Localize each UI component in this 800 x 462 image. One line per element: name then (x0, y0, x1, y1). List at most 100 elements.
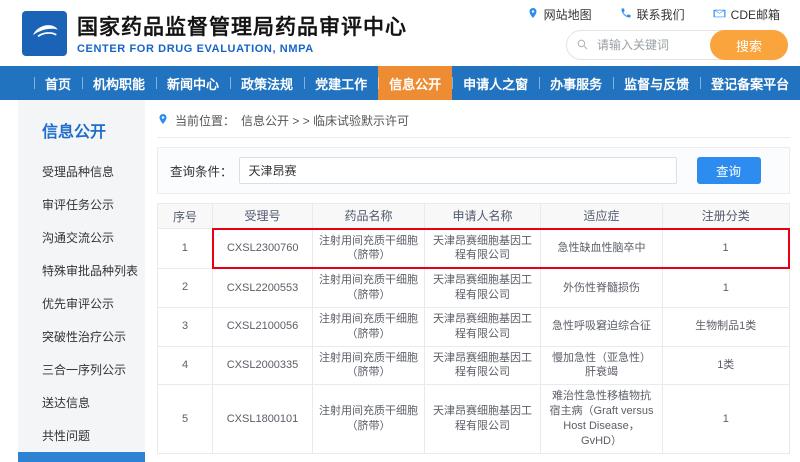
quick-links: 网站地图 联系我们 CDE邮箱 (527, 6, 780, 23)
table-header-cell: 注册分类 (663, 204, 790, 229)
results-table: 序号 受理号 药品名称 申请人名称 适应症 注册分类 (157, 203, 790, 454)
cell-drug-name: 注射用间充质干细胞（脐带） (313, 307, 425, 346)
breadcrumb-path[interactable]: 信息公开 > > 临床试验默示许可 (241, 112, 409, 129)
nav-item-label: 机构职能 (93, 74, 145, 93)
contact-link[interactable]: 联系我们 (620, 6, 685, 23)
cell-applicant: 天津昂赛细胞基因工程有限公司 (425, 307, 541, 346)
breadcrumb: 当前位置： 信息公开 > > 临床试验默示许可 (157, 112, 790, 138)
query-label: 查询条件： (170, 161, 233, 180)
sidebar-item[interactable]: 三合一序列公示 (18, 353, 145, 386)
contact-label: 联系我们 (637, 6, 685, 23)
nav-item[interactable]: 机构职能 (82, 66, 156, 100)
sitemap-link[interactable]: 网站地图 (527, 6, 592, 23)
query-input[interactable] (239, 157, 677, 184)
search-button[interactable]: 搜索 (710, 30, 788, 60)
nav-item[interactable]: 申请人之窗 (452, 66, 539, 100)
sidebar-item[interactable]: 临床试验默示许可 (18, 452, 145, 462)
cde-mail-link[interactable]: CDE邮箱 (713, 6, 780, 23)
sidebar-item-label: 突破性治疗公示 (42, 330, 126, 344)
cell-category: 生物制品1类 (663, 307, 790, 346)
table-row[interactable]: 2 CXSL2200553 注射用间充质干细胞（脐带） 天津昂赛细胞基因工程有限… (158, 268, 790, 307)
cell-drug-name: 注射用间充质干细胞（脐带） (313, 385, 425, 453)
sidebar-title: 信息公开 (18, 114, 145, 155)
table-header-cell: 序号 (158, 204, 213, 229)
cell-drug-name: 注射用间充质干细胞（脐带） (313, 346, 425, 385)
sidebar-item-label: 沟通交流公示 (42, 231, 114, 245)
sidebar-item[interactable]: 送达信息 (18, 386, 145, 419)
nav-item-label: 信息公开 (389, 74, 441, 93)
nav-item-label: 党建工作 (315, 74, 367, 93)
cell-drug-name: 注射用间充质干细胞（脐带） (313, 268, 425, 307)
sidebar-item[interactable]: 审评任务公示 (18, 188, 145, 221)
sidebar-item[interactable]: 突破性治疗公示 (18, 320, 145, 353)
sidebar-menu: 受理品种信息 审评任务公示 沟通交流公示 特殊审批品种列表 优先审评公示 (18, 155, 145, 462)
table-row[interactable]: 4 CXSL2000335 注射用间充质干细胞（脐带） 天津昂赛细胞基因工程有限… (158, 346, 790, 385)
table-row[interactable]: 3 CXSL2100056 注射用间充质干细胞（脐带） 天津昂赛细胞基因工程有限… (158, 307, 790, 346)
cell-no: 1 (158, 229, 213, 269)
cell-applicant: 天津昂赛细胞基因工程有限公司 (425, 229, 541, 269)
search-icon (576, 38, 589, 56)
cell-no: 2 (158, 268, 213, 307)
brand-block: 国家药品监督管理局药品审评中心 CENTER FOR DRUG EVALUATI… (77, 11, 407, 55)
sidebar: 信息公开 受理品种信息 审评任务公示 沟通交流公示 特殊审批品种列表 (18, 100, 145, 462)
cell-acceptance-no: CXSL2100056 (213, 307, 313, 346)
nav-item[interactable]: 首页 (34, 66, 82, 100)
nav-item[interactable]: 信息公开 (378, 66, 452, 100)
cell-acceptance-no: CXSL2300760 (213, 229, 313, 269)
cell-no: 3 (158, 307, 213, 346)
cell-applicant: 天津昂赛细胞基因工程有限公司 (425, 385, 541, 453)
cell-acceptance-no: CXSL2000335 (213, 346, 313, 385)
main-nav: 首页 机构职能 新闻中心 政策法规 党建工作 信息公开 申请人之窗 办事服务 监… (0, 66, 800, 100)
sidebar-item-label: 三合一序列公示 (42, 363, 126, 377)
logo-swoosh-icon (28, 14, 62, 53)
site-subtitle: CENTER FOR DRUG EVALUATION, NMPA (77, 43, 407, 55)
nav-item[interactable]: 党建工作 (304, 66, 378, 100)
cell-category: 1 (663, 229, 790, 269)
sidebar-item-label: 受理品种信息 (42, 165, 114, 179)
cell-indication: 慢加急性（亚急性）肝衰竭 (541, 346, 663, 385)
sidebar-item-label: 送达信息 (42, 396, 90, 410)
nav-item-label: 首页 (45, 74, 71, 93)
sitemap-label: 网站地图 (544, 6, 592, 23)
cell-no: 5 (158, 385, 213, 453)
nav-item[interactable]: 登记备案平台 (700, 66, 800, 100)
sidebar-item[interactable]: 沟通交流公示 (18, 221, 145, 254)
nav-item[interactable]: 办事服务 (539, 66, 613, 100)
table-header-row: 序号 受理号 药品名称 申请人名称 适应症 注册分类 (158, 204, 790, 229)
nav-item-label: 办事服务 (550, 74, 602, 93)
cell-no: 4 (158, 346, 213, 385)
cell-acceptance-no: CXSL2200553 (213, 268, 313, 307)
query-panel: 查询条件： 查询 (157, 147, 790, 194)
nav-item-label: 政策法规 (241, 74, 293, 93)
table-header-cell: 适应症 (541, 204, 663, 229)
cde-logo (22, 11, 67, 56)
table-row[interactable]: 1 CXSL2300760 注射用间充质干细胞（脐带） 天津昂赛细胞基因工程有限… (158, 229, 790, 269)
nav-item-label: 申请人之窗 (463, 74, 528, 93)
nav-item[interactable]: 监督与反馈 (613, 66, 700, 100)
phone-icon (620, 7, 632, 22)
nav-item-label: 新闻中心 (167, 74, 219, 93)
sidebar-item[interactable]: 特殊审批品种列表 (18, 254, 145, 287)
site-title: 国家药品监督管理局药品审评中心 (77, 11, 407, 41)
table-header-cell: 申请人名称 (425, 204, 541, 229)
nav-item[interactable]: 新闻中心 (156, 66, 230, 100)
site-header: 国家药品监督管理局药品审评中心 CENTER FOR DRUG EVALUATI… (0, 0, 800, 66)
cell-indication: 难治性急性移植物抗宿主病（Graft versus Host Disease，G… (541, 385, 663, 453)
cell-category: 1 (663, 268, 790, 307)
main-content: 当前位置： 信息公开 > > 临床试验默示许可 查询条件： 查询 序号 受理号 (145, 100, 800, 462)
sidebar-item[interactable]: 受理品种信息 (18, 155, 145, 188)
site-search: 搜索 (566, 30, 788, 60)
breadcrumb-label: 当前位置： (175, 112, 235, 129)
cell-drug-name: 注射用间充质干细胞（脐带） (313, 229, 425, 269)
nav-item[interactable]: 政策法规 (230, 66, 304, 100)
sidebar-item[interactable]: 共性问题 (18, 419, 145, 452)
query-button[interactable]: 查询 (697, 157, 761, 184)
table-row[interactable]: 5 CXSL1800101 注射用间充质干细胞（脐带） 天津昂赛细胞基因工程有限… (158, 385, 790, 453)
cell-indication: 外伤性脊髓损伤 (541, 268, 663, 307)
sidebar-item[interactable]: 优先审评公示 (18, 287, 145, 320)
sidebar-item-label: 优先审评公示 (42, 297, 114, 311)
sidebar-item-label: 共性问题 (42, 429, 90, 443)
cell-category: 1类 (663, 346, 790, 385)
cell-indication: 急性缺血性脑卒中 (541, 229, 663, 269)
sidebar-item-label: 审评任务公示 (42, 198, 114, 212)
